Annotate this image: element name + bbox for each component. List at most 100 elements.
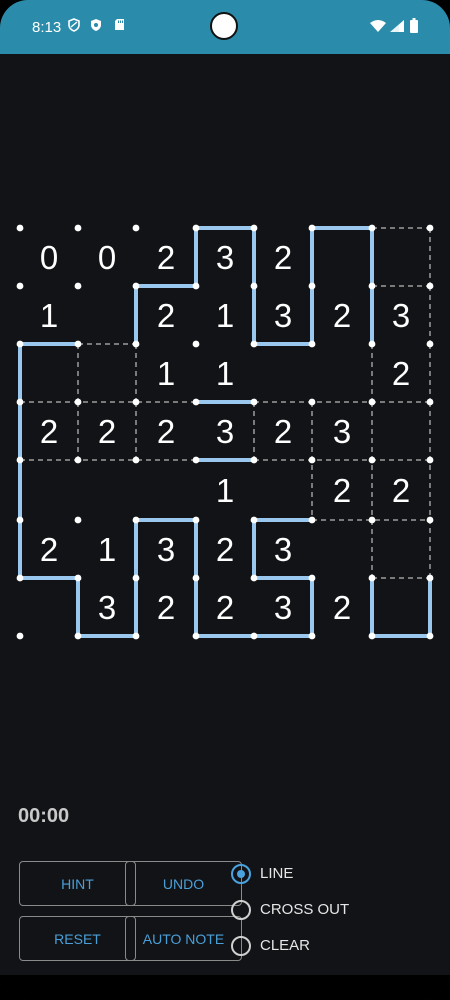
grid-dot — [368, 516, 376, 524]
grid-dot — [132, 456, 140, 464]
clue-cell[interactable]: 2 — [333, 472, 351, 509]
clue-cell[interactable]: 2 — [157, 297, 175, 334]
clue-cell[interactable]: 2 — [274, 239, 292, 276]
grid-dot — [16, 456, 24, 464]
clue-cell[interactable]: 1 — [216, 472, 234, 509]
grid-dot — [426, 574, 434, 582]
grid-dot — [426, 224, 434, 232]
grid-dot — [132, 224, 140, 232]
navigation-bar — [0, 975, 450, 1000]
clue-cell[interactable]: 3 — [216, 239, 234, 276]
wifi-icon — [370, 20, 386, 32]
vpn-shield-icon — [91, 19, 101, 31]
grid-dot — [132, 574, 140, 582]
radio-circle[interactable] — [231, 864, 251, 884]
hint-button[interactable]: HINT — [19, 861, 136, 906]
radio-label: LINE — [260, 865, 294, 882]
status-time: 8:13 — [32, 19, 62, 36]
grid-dot — [368, 456, 376, 464]
clue-cell[interactable]: 2 — [157, 413, 175, 450]
grid-dot — [308, 224, 316, 232]
clue-cell[interactable]: 2 — [40, 413, 58, 450]
grid-dot — [192, 632, 200, 640]
grid-dot — [74, 574, 82, 582]
clue-cell[interactable]: 2 — [216, 531, 234, 568]
clue-cell[interactable]: 3 — [392, 297, 410, 334]
clue-cell[interactable]: 1 — [216, 355, 234, 392]
clue-cell[interactable]: 3 — [157, 531, 175, 568]
grid-dot — [308, 456, 316, 464]
grid-dot — [16, 224, 24, 232]
clue-cell[interactable]: 1 — [40, 297, 58, 334]
clue-cell[interactable]: 1 — [216, 297, 234, 334]
clue-cell[interactable]: 3 — [216, 413, 234, 450]
grid-dot — [132, 632, 140, 640]
grid-dot — [16, 516, 24, 524]
grid-dot — [192, 574, 200, 582]
clue-cell[interactable]: 3 — [274, 589, 292, 626]
grid-dot — [368, 574, 376, 582]
grid-dot — [368, 340, 376, 348]
grid-dot — [426, 516, 434, 524]
clue-cell[interactable]: 2 — [392, 355, 410, 392]
grid-dot — [250, 456, 258, 464]
grid-dot — [426, 456, 434, 464]
grid-dot — [426, 282, 434, 290]
clue-cell[interactable]: 1 — [98, 531, 116, 568]
clue-cell[interactable]: 0 — [98, 239, 116, 276]
clue-cell[interactable]: 2 — [157, 239, 175, 276]
clue-cell[interactable]: 2 — [392, 472, 410, 509]
clue-cell[interactable]: 2 — [274, 413, 292, 450]
clue-cell[interactable]: 0 — [40, 239, 58, 276]
clue-cell[interactable]: 2 — [333, 589, 351, 626]
clue-cell[interactable]: 2 — [40, 531, 58, 568]
clue-cell[interactable]: 3 — [274, 531, 292, 568]
grid-dot — [74, 632, 82, 640]
grid-dot — [74, 516, 82, 524]
grid-dot — [74, 282, 82, 290]
shield-icon — [68, 18, 80, 32]
cell-signal-icon — [390, 20, 404, 32]
grid-dot — [16, 398, 24, 406]
grid-dot — [308, 516, 316, 524]
grid-dot — [250, 340, 258, 348]
radio-label: CLEAR — [260, 937, 311, 954]
grid-dot — [192, 340, 200, 348]
grid-dot — [308, 574, 316, 582]
radio-circle[interactable] — [231, 936, 251, 956]
clue-cell[interactable]: 3 — [98, 589, 116, 626]
grid-dot — [16, 632, 24, 640]
grid-dot — [308, 632, 316, 640]
grid-dot — [132, 282, 140, 290]
timer: 00:00 — [18, 805, 70, 827]
grid-dot — [250, 224, 258, 232]
grid-dot — [308, 340, 316, 348]
grid-dot — [426, 632, 434, 640]
clue-cell[interactable]: 2 — [333, 297, 351, 334]
grid-dot — [426, 340, 434, 348]
clue-cell[interactable]: 2 — [216, 589, 234, 626]
grid-dot — [192, 398, 200, 406]
grid-dot — [192, 456, 200, 464]
clue-cell[interactable]: 3 — [274, 297, 292, 334]
clue-cell[interactable]: 3 — [333, 413, 351, 450]
grid-dot — [16, 282, 24, 290]
puzzle-board[interactable]: 0 0 2 3 2 1 2 1 3 2 3 1 1 2 2 2 2 3 2 3 1 2 2 2 1 3 2 3 3 2 2 3 2 — [0, 200, 450, 660]
grid-dot — [308, 398, 316, 406]
reset-button[interactable]: RESET — [19, 916, 136, 961]
auto-note-button[interactable]: AUTO NOTE — [125, 916, 242, 961]
grid-dot — [74, 340, 82, 348]
grid-dot — [192, 282, 200, 290]
clue-cell[interactable]: 2 — [157, 589, 175, 626]
clue-cell[interactable]: 2 — [98, 413, 116, 450]
grid-dot — [308, 282, 316, 290]
camera-cutout — [210, 12, 238, 40]
grid-dot — [250, 632, 258, 640]
grid-dot — [16, 340, 24, 348]
undo-button[interactable]: UNDO — [125, 861, 242, 906]
radio-circle[interactable] — [231, 900, 251, 920]
grid-dot — [132, 398, 140, 406]
grid-dot — [16, 574, 24, 582]
radio-dot — [237, 870, 245, 878]
clue-cell[interactable]: 1 — [157, 355, 175, 392]
